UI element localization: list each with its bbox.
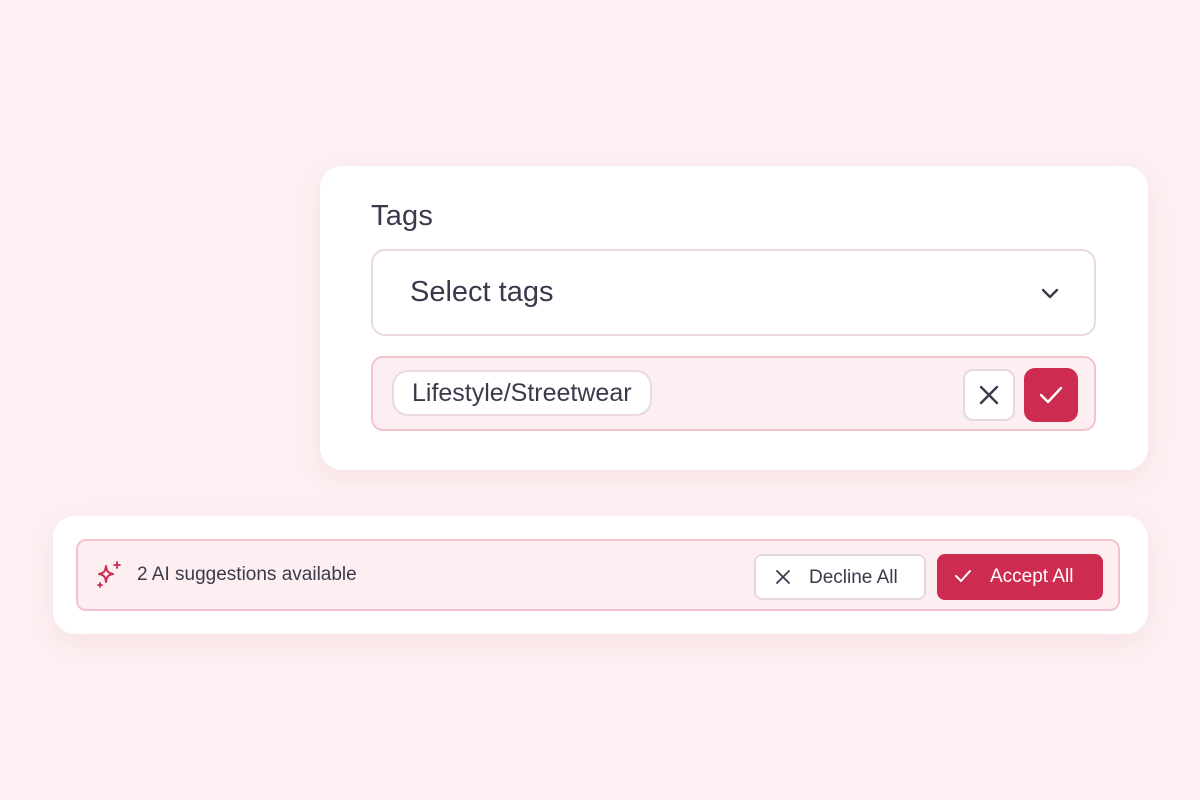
tags-label: Tags <box>371 200 434 232</box>
ai-tag-suggestion-row: Lifestyle/Streetwear <box>371 356 1096 431</box>
ai-suggestions-text: 2 AI suggestions available <box>137 564 357 585</box>
check-icon <box>955 570 971 582</box>
check-icon <box>1039 386 1063 404</box>
suggested-tag-chip: Lifestyle/Streetwear <box>392 370 652 416</box>
tags-select-dropdown[interactable]: Select tags <box>371 249 1096 336</box>
accept-all-button[interactable]: Accept All <box>937 554 1103 600</box>
decline-suggestion-button[interactable] <box>963 369 1015 421</box>
tags-select-placeholder: Select tags <box>410 276 554 308</box>
accept-all-label: Accept All <box>990 566 1074 587</box>
sparkle-icon <box>97 561 121 588</box>
decline-all-label: Decline All <box>809 567 898 588</box>
ai-suggestions-card: 2 AI suggestions available Decline All A… <box>53 516 1148 634</box>
decline-all-button[interactable]: Decline All <box>754 554 926 600</box>
close-icon <box>776 570 790 584</box>
close-icon <box>979 385 999 405</box>
accept-suggestion-button[interactable] <box>1024 368 1078 422</box>
canvas: Tags Select tags Lifestyle/Streetwear 2 … <box>0 0 1200 800</box>
ai-suggestions-bar: 2 AI suggestions available Decline All A… <box>76 539 1120 611</box>
chevron-down-icon <box>1041 288 1059 299</box>
tags-card: Tags Select tags Lifestyle/Streetwear <box>320 166 1148 470</box>
